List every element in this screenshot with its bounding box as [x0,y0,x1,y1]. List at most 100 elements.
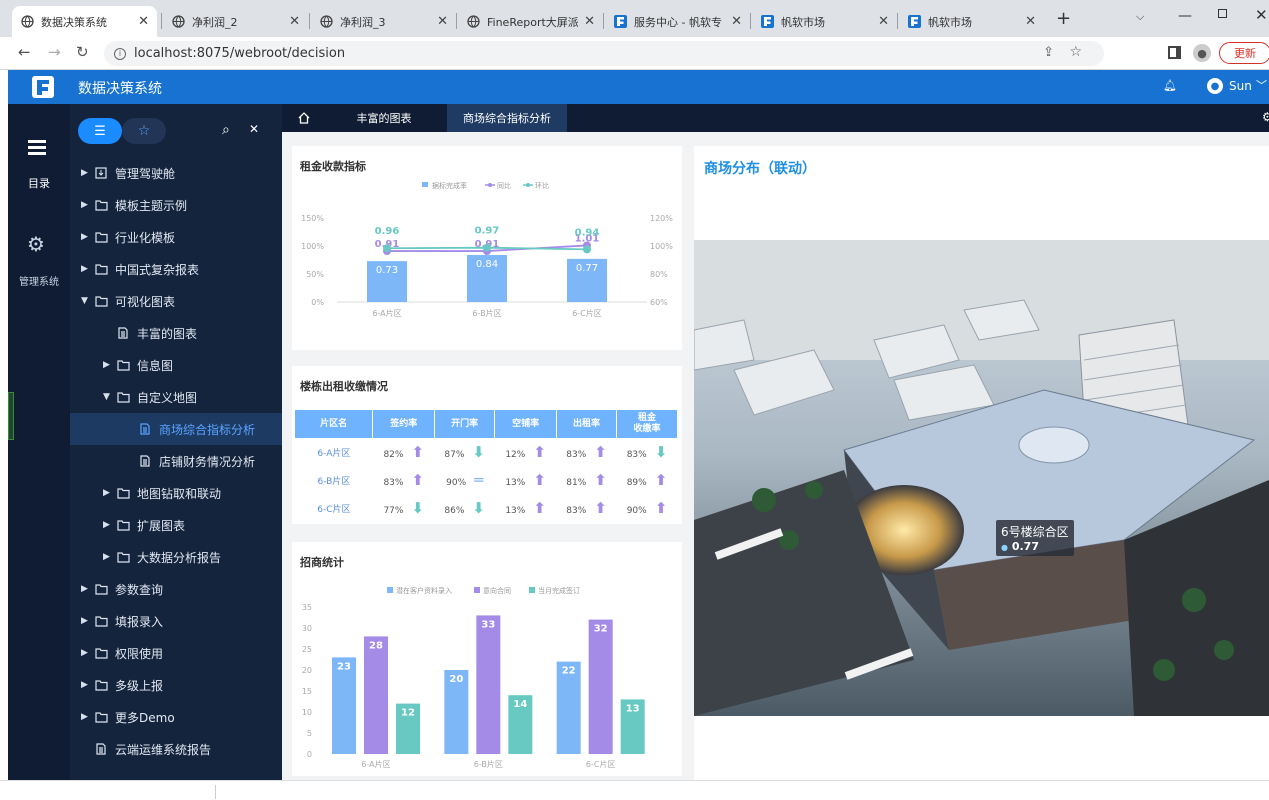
browser-tab[interactable]: 服务中心 - 帆软专 ✕ [605,6,750,37]
profile-icon[interactable]: ● [1193,44,1211,62]
rail-catalog-label[interactable]: 目录 [8,175,70,191]
nav-item[interactable]: ▼ 可视化图表 [70,285,282,317]
nav-item[interactable]: 店铺财务情况分析 [70,445,282,477]
bar-mark [364,636,388,754]
side-nav: ☰ ☆ ⌕ ✕ ▶ 管理驾驶舱 ▶ 模板主题示例 ▶ 行业化模板 ▶ 中国式复杂报表 ▼ 可视化图… [70,104,282,780]
home-icon [298,112,310,124]
list-view-icon: ☰ [94,123,106,139]
nav-item[interactable]: 丰富的图表 [70,317,282,349]
bookmark-star-icon[interactable]: ☆ [1069,44,1082,60]
nav-item[interactable]: 云端运维系统报告 [70,733,282,765]
home-tab[interactable] [282,104,326,132]
close-window-icon[interactable]: ✕ [1255,6,1268,24]
tab-search-icon[interactable]: ⌵ [1136,10,1144,24]
new-tab-button[interactable]: + [1056,8,1071,29]
nav-item-label: 大数据分析报告 [137,550,222,565]
browser-tab[interactable]: 帆软市场 ✕ [899,6,1044,37]
update-button[interactable]: 更新 [1219,42,1269,64]
user-avatar-icon[interactable]: ● [1207,78,1223,94]
nav-item[interactable]: ▶ 模板主题示例 [70,189,282,221]
share-icon[interactable]: ⇪ [1043,45,1054,60]
reload-icon[interactable]: ↻ [76,43,89,61]
rail-admin-label[interactable]: 管理系统 [8,273,70,288]
nav-item[interactable]: ▶ 多级上报 [70,669,282,701]
browser-tab[interactable]: 帆软市场 ✕ [752,6,897,37]
fanruan-logo-icon [907,15,921,29]
column-header: 出租率 [556,410,618,438]
folder-icon [117,359,131,371]
notification-bell-icon[interactable]: 🔔︎ [1163,79,1177,92]
nav-item[interactable]: ▶ 扩展图表 [70,509,282,541]
nav-item-label: 地图钻取和联动 [137,486,222,501]
arrow-down-icon: ⬇ [411,499,425,517]
info-icon[interactable]: i [114,47,126,60]
pin-icon[interactable]: ✕ [249,122,259,136]
scroll-handle[interactable] [8,392,14,440]
folder-icon [95,615,109,627]
zone-name-cell: 6-C片区 [317,504,351,515]
favorites-toggle[interactable]: ☆ [122,118,166,144]
user-name[interactable]: Sun [1229,79,1252,93]
line-point [583,245,591,254]
maximize-icon[interactable] [1218,9,1227,18]
back-icon[interactable]: ← [18,43,31,61]
close-tab-icon[interactable]: ✕ [878,14,889,29]
tab-mall-analysis[interactable]: 商场综合指标分析 [447,104,567,132]
list-icon[interactable] [28,140,46,155]
nav-item[interactable]: ▶ 管理驾驶舱 [70,157,282,189]
globe-icon [20,15,34,29]
arrow-up-icon: ⬆ [594,471,607,489]
close-tab-icon[interactable]: ✕ [437,14,448,29]
app-header: 数据决策系统 🔔︎ ● Sun ﹀ [8,70,1269,104]
nav-item[interactable]: 商场综合指标分析 [70,413,282,445]
tooltip-dot-icon: ● [1001,543,1008,552]
browser-tab[interactable]: 数据决策系统 ✕ [12,6,157,37]
browser-tab[interactable]: FineReport大屏派 ✕ [458,6,603,37]
nav-item[interactable]: ▶ 参数查询 [70,573,282,605]
gear-icon[interactable]: ⚙ [27,232,45,256]
caret-right-icon: ▶ [103,520,110,530]
close-tab-icon[interactable]: ✕ [584,14,595,29]
close-tab-icon[interactable]: ✕ [138,14,149,29]
search-icon[interactable]: ⌕ [222,122,230,138]
settings-icon[interactable]: ⚙ [1262,110,1269,124]
nav-item-label: 丰富的图表 [137,326,198,341]
browser-tab[interactable]: 净利润_2 ✕ [163,6,308,37]
caret-down-icon: ▼ [103,392,110,402]
nav-item[interactable]: ▶ 权限使用 [70,637,282,669]
nav-item[interactable]: ▶ 填报录入 [70,605,282,637]
arrow-up-icon: ⬆ [594,443,607,461]
zone-name-cell: 6-B片区 [317,476,351,487]
forward-icon[interactable]: → [48,43,61,61]
status-divider [215,785,216,799]
arrow-up-icon: ⬆ [533,471,546,489]
tab-rich-charts[interactable]: 丰富的图表 [326,104,442,132]
close-tab-icon[interactable]: ✕ [289,14,300,29]
globe-icon [171,15,185,29]
nav-item[interactable]: ▶ 更多Demo [70,701,282,733]
minimize-icon[interactable]: — [1178,8,1192,24]
nav-item[interactable]: ▶ 行业化模板 [70,221,282,253]
close-tab-icon[interactable]: ✕ [1025,14,1036,29]
bar-data-label: 0.77 [576,263,598,274]
y-tick-label: 30 [302,624,312,633]
file-icon [117,327,131,339]
y-tick-label: 20 [302,666,312,675]
nav-item[interactable]: ▶ 信息图 [70,349,282,381]
nav-item-label: 多级上报 [115,678,164,693]
close-tab-icon[interactable]: ✕ [731,14,742,29]
catalog-list-toggle[interactable]: ☰ [78,118,122,144]
nav-item[interactable]: ▶ 大数据分析报告 [70,541,282,573]
folder-icon [95,295,109,307]
folder-icon [95,647,109,659]
url-field[interactable]: i localhost:8075/webroot/decision ⇪ ☆ [104,41,1104,66]
nav-item[interactable]: ▶ 地图钻取和联动 [70,477,282,509]
mall-aerial-image[interactable]: 6号楼综合区 ● 0.77 [694,240,1269,716]
nav-item[interactable]: ▶ 中国式复杂报表 [70,253,282,285]
rate-value: 77% [383,506,404,516]
nav-item[interactable]: ▼ 自定义地图 [70,381,282,413]
user-menu-chevron-icon[interactable]: ﹀ [1256,77,1267,93]
bar-data-label: 0.73 [376,265,398,276]
side-panel-icon[interactable] [1168,46,1181,59]
browser-tab[interactable]: 净利润_3 ✕ [311,6,456,37]
